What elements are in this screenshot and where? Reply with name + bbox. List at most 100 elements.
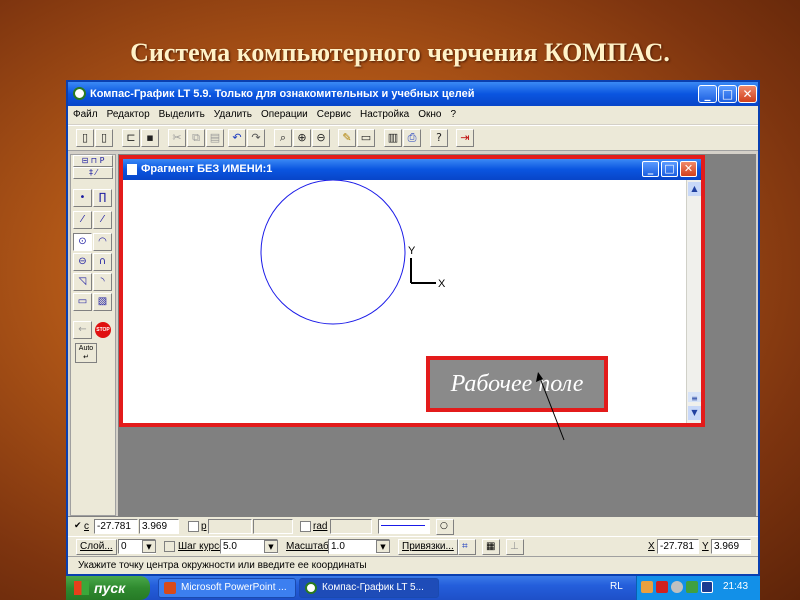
- document-icon: [127, 164, 137, 175]
- auto-create-button[interactable]: Auto ↵: [75, 343, 97, 363]
- polyline-tool-icon[interactable]: ⁄: [93, 211, 112, 229]
- p-field-2[interactable]: [253, 519, 293, 534]
- rectangle-tool-icon[interactable]: ▭: [73, 293, 92, 311]
- save-file-icon[interactable]: ▪: [141, 129, 159, 147]
- menu-operations[interactable]: Операции: [256, 106, 312, 120]
- tray-app-icon-1[interactable]: [641, 581, 653, 593]
- aux-line-tool-icon[interactable]: ∏: [93, 189, 112, 207]
- work-field-callout: Рабочее поле: [426, 356, 608, 412]
- layer-button[interactable]: Слой...: [76, 539, 117, 555]
- menu-bar: Файл Редактор Выделить Удалить Операции Серви…: [68, 106, 758, 124]
- start-button[interactable]: пуск: [66, 576, 150, 600]
- scale-label: Масштаб: [286, 541, 329, 552]
- stop-icon[interactable]: STOP: [95, 322, 111, 338]
- doc-close-button[interactable]: ✕: [680, 161, 697, 177]
- arc-tool-icon[interactable]: ◠: [93, 233, 112, 251]
- zoom-out-icon[interactable]: ⊖: [312, 129, 330, 147]
- menu-file[interactable]: Файл: [68, 106, 102, 120]
- zoom-in-icon[interactable]: ⊕: [293, 129, 311, 147]
- coordinate-origin-icon: Y X: [408, 245, 446, 290]
- auto-label: Auto: [78, 345, 94, 352]
- window-titlebar[interactable]: Компас-График LT 5.9. Только для ознаком…: [68, 82, 758, 106]
- menu-service[interactable]: Сервис: [312, 106, 355, 120]
- coord-c-label: c: [84, 521, 89, 532]
- zoom-icon[interactable]: ⌕: [274, 129, 292, 147]
- step-checkbox[interactable]: [164, 541, 175, 552]
- menu-select[interactable]: Выделить: [154, 106, 209, 120]
- hatch-tool-icon[interactable]: ▧: [93, 293, 112, 311]
- menu-window[interactable]: Окно: [413, 106, 445, 120]
- minimize-button[interactable]: _: [698, 85, 717, 103]
- settings-circle-icon[interactable]: ○: [436, 519, 454, 535]
- menu-help[interactable]: ?: [445, 106, 460, 120]
- drawn-circle[interactable]: [260, 179, 406, 325]
- menu-delete[interactable]: Удалить: [209, 106, 256, 120]
- cut-icon[interactable]: ✂: [168, 129, 186, 147]
- p-checkbox[interactable]: [188, 521, 199, 532]
- radius-field[interactable]: [330, 519, 372, 534]
- new-fragment-icon[interactable]: ▯: [95, 129, 113, 147]
- tray-app-icon-4[interactable]: [701, 581, 713, 593]
- doc-minimize-button[interactable]: _: [642, 161, 659, 177]
- snap-button[interactable]: Привязки...: [398, 539, 458, 555]
- pencil-icon[interactable]: ✎: [338, 129, 356, 147]
- snap-settings-icon[interactable]: ⌗: [458, 539, 476, 555]
- scroll-down-icon[interactable]: ▼: [688, 406, 701, 420]
- language-indicator[interactable]: RL: [610, 581, 623, 592]
- tray-app-icon-2[interactable]: [656, 581, 668, 593]
- menu-editor[interactable]: Редактор: [102, 106, 154, 120]
- doc-maximize-button[interactable]: □: [661, 161, 678, 177]
- kompas-icon: [305, 582, 317, 594]
- line-style-field[interactable]: [378, 519, 430, 534]
- close-button[interactable]: ✕: [738, 85, 757, 103]
- panel-switch-icon[interactable]: ⊟ ⊓ P: [73, 155, 113, 167]
- print-icon[interactable]: ⎙: [403, 129, 421, 147]
- tray-volume-icon[interactable]: [671, 581, 683, 593]
- grid-icon[interactable]: ▦: [482, 539, 500, 555]
- new-file-icon[interactable]: ▯: [76, 129, 94, 147]
- paste-icon[interactable]: ▤: [206, 129, 224, 147]
- app-icon: [73, 87, 86, 100]
- display-icon[interactable]: ▭: [357, 129, 375, 147]
- hint-bar: Укажите точку центра окружности или введ…: [68, 556, 758, 574]
- segment-tool-icon[interactable]: ⁄: [73, 211, 92, 229]
- open-file-icon[interactable]: ⊏: [122, 129, 140, 147]
- document-titlebar[interactable]: Фрагмент БЕЗ ИМЕНИ:1 _ □ ✕: [123, 159, 701, 180]
- scroll-up-icon[interactable]: ▲: [688, 182, 701, 196]
- redo-icon[interactable]: ↷: [247, 129, 265, 147]
- ellipse-tool-icon[interactable]: ⊖: [73, 253, 92, 271]
- menu-settings[interactable]: Настройка: [355, 106, 413, 120]
- current-state-bar: Слой... 0 ▼ Шаг курсора 5.0 ▼ Масштаб 1.…: [68, 536, 758, 556]
- document-title: Фрагмент БЕЗ ИМЕНИ:1: [141, 163, 273, 175]
- fillet-tool-icon[interactable]: ◝: [93, 273, 112, 291]
- point-y-field[interactable]: 3.969: [139, 519, 179, 534]
- p-label: p: [201, 521, 207, 532]
- p-field[interactable]: [208, 519, 252, 534]
- preview-icon[interactable]: ▥: [384, 129, 402, 147]
- panel-mode-icon[interactable]: ‡ ⁄: [73, 167, 113, 179]
- vertical-scrollbar[interactable]: ▲ ≡ ▼: [686, 180, 701, 423]
- layer-dropdown-icon[interactable]: ▼: [142, 540, 156, 553]
- taskbar-item-label: Microsoft PowerPoint ...: [181, 582, 287, 593]
- scroll-thumb[interactable]: ≡: [688, 392, 701, 403]
- circle-tool-icon[interactable]: ⊙: [73, 233, 92, 251]
- maximize-button[interactable]: □: [718, 85, 737, 103]
- context-help-icon[interactable]: ?: [430, 129, 448, 147]
- step-dropdown-icon[interactable]: ▼: [264, 540, 278, 553]
- spline-tool-icon[interactable]: ∩: [93, 253, 112, 271]
- tray-app-icon-3[interactable]: [686, 581, 698, 593]
- copy-icon[interactable]: ⧉: [187, 129, 205, 147]
- scale-dropdown-icon[interactable]: ▼: [376, 540, 390, 553]
- back-arrow-icon[interactable]: ←: [73, 321, 92, 339]
- taskbar-item-kompas[interactable]: Компас-График LT 5...: [299, 578, 439, 598]
- start-label: пуск: [94, 580, 126, 596]
- point-x-field[interactable]: -27.781: [94, 519, 138, 534]
- undo-icon[interactable]: ↶: [228, 129, 246, 147]
- ortho-icon[interactable]: ⊥: [506, 539, 524, 555]
- rad-checkbox[interactable]: [300, 521, 311, 532]
- clock: 21:43: [723, 581, 749, 592]
- taskbar-item-powerpoint[interactable]: Microsoft PowerPoint ...: [158, 578, 296, 598]
- exit-icon[interactable]: ⇥: [456, 129, 474, 147]
- chamfer-tool-icon[interactable]: ◹: [73, 273, 92, 291]
- point-tool-icon[interactable]: •: [73, 189, 92, 207]
